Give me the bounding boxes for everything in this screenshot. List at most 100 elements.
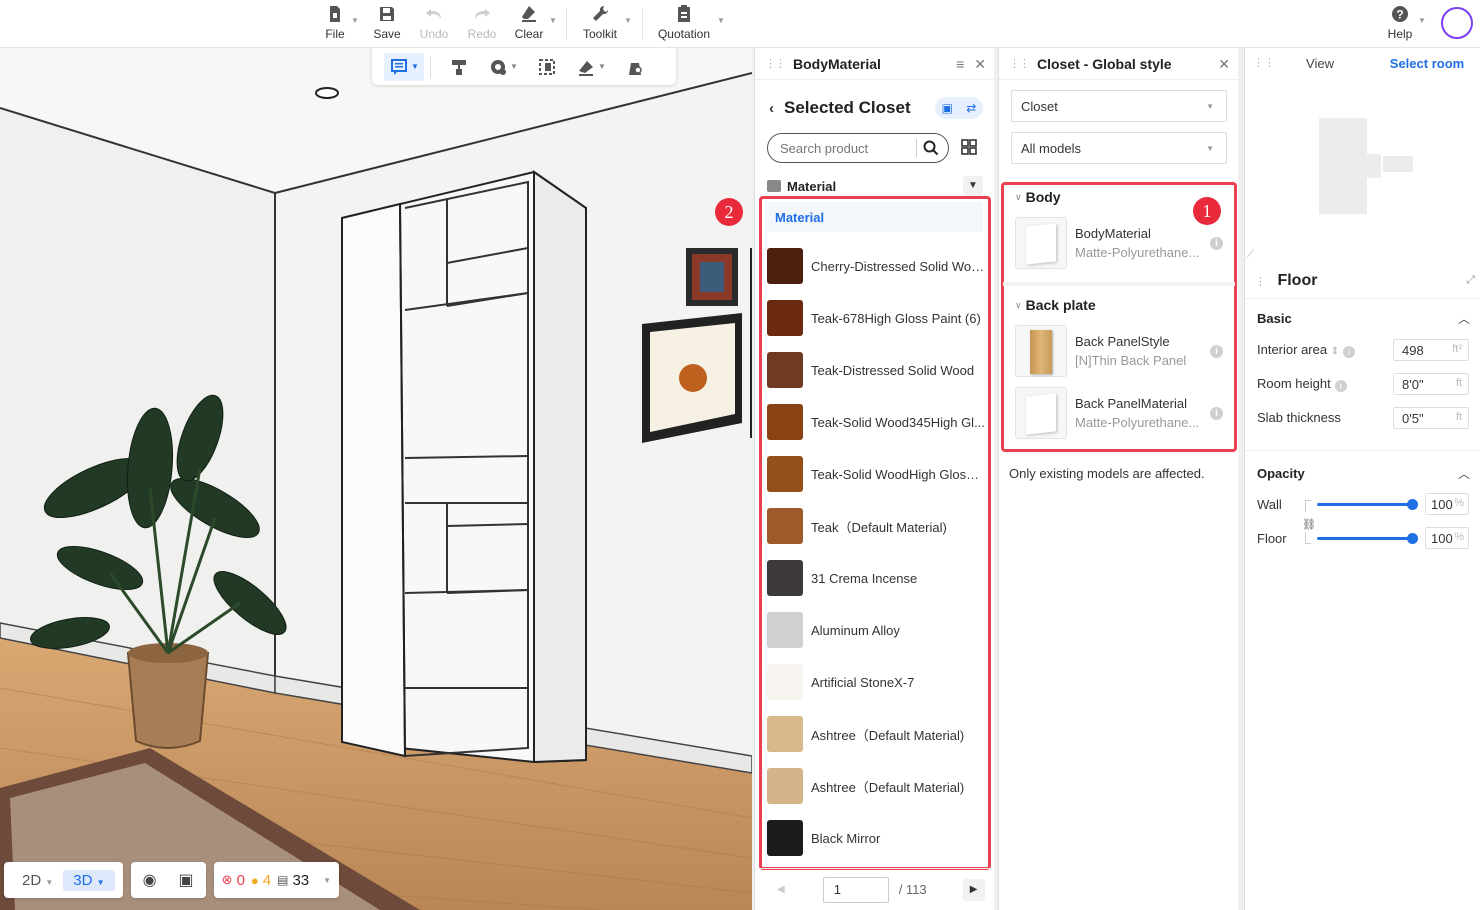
clear-label: Clear xyxy=(514,27,544,41)
drag-handle-icon[interactable]: ⋮⋮ xyxy=(765,57,786,70)
body-material-row[interactable]: BodyMaterial Matte-Polyurethane... i xyxy=(1015,216,1227,270)
resize-handle-icon[interactable]: ⟋ xyxy=(1247,249,1254,260)
chevron-up-icon[interactable]: ︿ xyxy=(1458,310,1470,327)
expand-icon[interactable]: ⤢ xyxy=(1466,274,1475,287)
material-picker-button[interactable]: ▼ xyxy=(481,53,525,81)
format-painter-button[interactable] xyxy=(437,53,481,81)
grid-view-icon[interactable] xyxy=(961,139,977,155)
back-panel-material-row[interactable]: Back PanelMaterial Matte-Polyurethane...… xyxy=(1015,386,1227,440)
quotation-caret-icon[interactable]: ▼ xyxy=(717,16,725,25)
info-icon[interactable]: i xyxy=(1210,345,1223,358)
closet-global-style-panel: ⋮⋮ Closet - Global style ✕ Closet ▼ All … xyxy=(998,48,1238,910)
room-height-input[interactable]: 8'0" ft xyxy=(1393,373,1469,395)
page-input[interactable] xyxy=(822,876,889,903)
floor-opacity-slider[interactable] xyxy=(1317,533,1418,544)
clear-caret-icon[interactable]: ▼ xyxy=(549,16,557,25)
area-unit: ft² xyxy=(1452,343,1462,355)
tab-select-room[interactable]: Select room xyxy=(1373,48,1480,78)
3d-viewport[interactable]: ▼ ▼ ▼ 2D ▼ 3D ▼ ◉ ▣ ⊗ 0 ● 4 ▤ 33 ▼ xyxy=(0,48,752,910)
file-button[interactable]: File xyxy=(322,4,348,44)
redo-button[interactable]: Redo xyxy=(466,4,498,44)
chevron-up-icon[interactable]: ︿ xyxy=(1458,465,1470,482)
selected-title: Selected Closet xyxy=(784,98,911,117)
material-list-item[interactable]: Black Mirror xyxy=(767,812,985,864)
back-panel-style-row[interactable]: Back PanelStyle [N]Thin Back Panel i xyxy=(1015,324,1227,378)
material-list-item[interactable]: Ashtree（Default Material) xyxy=(767,760,985,812)
back-plate-group-header[interactable]: ∨ Back plate xyxy=(1015,297,1096,313)
wall-opacity-slider[interactable] xyxy=(1317,499,1418,510)
closet-type-value: Closet xyxy=(1021,99,1058,114)
close-icon[interactable]: ✕ xyxy=(1218,56,1230,73)
file-caret-icon[interactable]: ▼ xyxy=(351,16,359,25)
chevron-down-icon[interactable]: ▼ xyxy=(963,176,983,196)
material-name: Teak-Distressed Solid Wood xyxy=(811,362,975,378)
back-arrow-icon[interactable]: ‹ xyxy=(769,100,774,117)
slab-thickness-input[interactable]: 0'5" ft xyxy=(1393,407,1469,429)
select-mode-button[interactable]: ▼ xyxy=(384,52,424,81)
floor-opacity-input[interactable]: 100% xyxy=(1425,527,1469,549)
material-category[interactable]: Material ▼ xyxy=(767,176,983,196)
material-list-item[interactable]: Teak-Solid WoodHigh Gloss ... xyxy=(767,448,985,500)
material-list-item[interactable]: Cherry-Distressed Solid Wood xyxy=(767,240,985,292)
cube-icon[interactable]: ▣ xyxy=(179,870,194,890)
search-input[interactable] xyxy=(780,140,916,156)
material-subcategory-tab[interactable]: Material xyxy=(767,202,983,232)
undo-button[interactable]: Undo xyxy=(418,4,450,44)
material-list-item[interactable]: Teak-678High Gloss Paint (6) xyxy=(767,292,985,344)
material-list-item[interactable]: Aluminum Alloy xyxy=(767,604,985,656)
material-list-item[interactable]: Artificial StoneX-7 xyxy=(767,656,985,708)
tab-view[interactable]: View xyxy=(1267,48,1373,78)
align-button[interactable] xyxy=(525,53,569,81)
eye-icon[interactable]: ◉ xyxy=(143,870,157,890)
toolkit-caret-icon[interactable]: ▼ xyxy=(624,16,632,25)
close-icon[interactable]: ✕ xyxy=(974,56,986,73)
material-name: Ashtree（Default Material) xyxy=(811,779,965,795)
issue-counter[interactable]: ⊗ 0 ● 4 ▤ 33 ▼ xyxy=(213,862,340,898)
closet-type-select[interactable]: Closet ▼ xyxy=(1011,90,1227,122)
toolkit-button[interactable]: Toolkit xyxy=(580,4,620,44)
help-button[interactable]: ? Help xyxy=(1386,4,1414,44)
interior-area-input[interactable]: 498 ft² xyxy=(1393,339,1469,361)
search-icon[interactable] xyxy=(923,140,939,156)
drag-handle-icon[interactable]: ⋮⋮ xyxy=(1009,57,1030,70)
next-page-icon[interactable]: ▶ xyxy=(962,878,985,901)
slab-thickness-value: 0'5" xyxy=(1402,411,1424,426)
material-list-item[interactable]: Ashtree（Default Material) xyxy=(767,708,985,760)
slider-handle[interactable] xyxy=(1407,533,1418,544)
drag-handle-icon[interactable]: ⋮ xyxy=(1255,276,1266,288)
save-button[interactable]: Save xyxy=(373,4,401,44)
help-caret-icon[interactable]: ▼ xyxy=(1418,16,1426,25)
slider-handle[interactable] xyxy=(1407,499,1418,510)
quotation-button[interactable]: Quotation xyxy=(655,4,713,44)
material-list-item[interactable]: Teak（Default Material) xyxy=(767,500,985,552)
material-list-item[interactable]: 31 Crema Incense xyxy=(767,552,985,604)
models-select[interactable]: All models ▼ xyxy=(1011,132,1227,164)
caret-down-icon: ▼ xyxy=(1206,144,1214,153)
swap-icon[interactable]: ⇄ xyxy=(966,101,976,115)
menu-icon[interactable]: ≡ xyxy=(956,56,964,73)
info-icon[interactable]: i xyxy=(1343,346,1356,358)
user-avatar[interactable] xyxy=(1441,7,1473,39)
body-group-header[interactable]: ∨ Body xyxy=(1015,189,1061,205)
level-button[interactable]: ▼ xyxy=(569,53,613,81)
info-icon[interactable]: i xyxy=(1210,237,1223,250)
info-icon[interactable]: i xyxy=(1210,407,1223,420)
view-2d-button[interactable]: 2D ▼ xyxy=(12,872,63,889)
clear-button[interactable]: Clear xyxy=(513,4,545,44)
slab-thickness-label: Slab thickness xyxy=(1257,410,1341,425)
floor-plan-minimap[interactable]: ⟋ xyxy=(1245,78,1480,262)
prev-page-icon[interactable]: ◀ xyxy=(777,884,785,895)
material-name: 31 Crema Incense xyxy=(811,570,918,586)
material-list-item[interactable]: Teak-Solid Wood345High Gl... xyxy=(767,396,985,448)
view-3d-button[interactable]: 3D ▼ xyxy=(63,869,115,891)
display-controls: ◉ ▣ xyxy=(130,862,206,898)
drag-handle-icon[interactable]: ⋮⋮ xyxy=(1245,48,1275,78)
affected-note: Only existing models are affected. xyxy=(1009,466,1205,481)
wall-opacity-input[interactable]: 100% xyxy=(1425,493,1469,515)
info-icon[interactable]: i xyxy=(1334,380,1347,392)
print-icon[interactable]: ▣ xyxy=(942,101,953,115)
material-thumbnail xyxy=(1015,387,1067,439)
interior-area-label: Interior area xyxy=(1257,342,1328,357)
material-list-item[interactable]: Teak-Distressed Solid Wood xyxy=(767,344,985,396)
ai-tool-button[interactable] xyxy=(613,53,657,81)
